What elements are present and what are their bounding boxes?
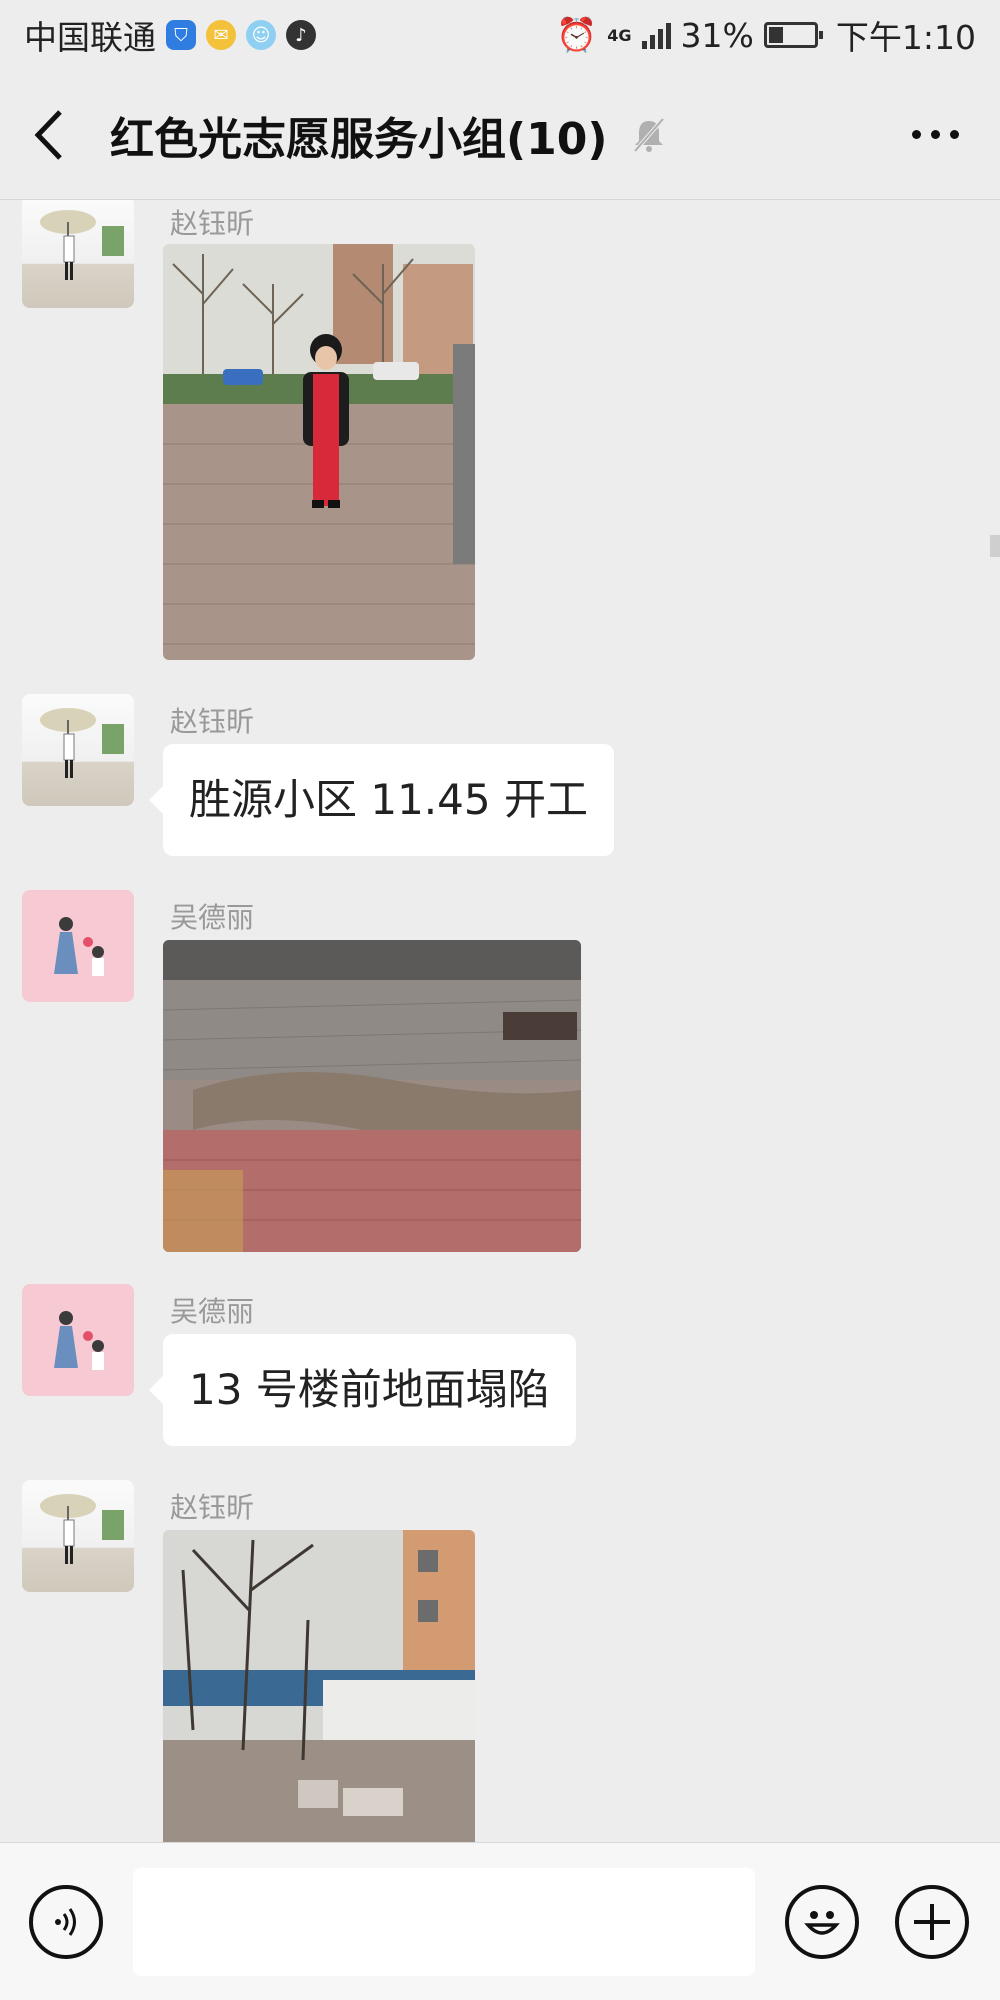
- smiley-icon: [804, 1910, 840, 1935]
- scrollbar[interactable]: [990, 535, 1000, 557]
- clock-time: 下午1:10: [835, 18, 976, 57]
- shield-icon: ⛉: [166, 20, 196, 50]
- status-bar: 中国联通 ⛉ ✉ ☺ ♪ ⏰ 4G 31% 下午1:10: [0, 0, 1000, 70]
- dot: [949, 130, 959, 139]
- dot: [930, 130, 940, 139]
- input-bar: [0, 1842, 1000, 2000]
- message-input[interactable]: [133, 1867, 755, 1976]
- chat-messages[interactable]: 赵钰昕 赵钰昕 胜源小区 11.45 开工 吴德丽 吴德丽 13 号楼前地面塌陷…: [0, 200, 1000, 1842]
- voice-icon: [55, 1907, 76, 1936]
- avatar[interactable]: [22, 1480, 134, 1592]
- plus-icon: [914, 1903, 950, 1940]
- chat-header: 红色光志愿服务小组(10): [0, 70, 1000, 200]
- bell-muted-icon: [633, 117, 665, 152]
- text-message-bubble[interactable]: 13 号楼前地面塌陷: [149, 1334, 576, 1446]
- network-label: 4G: [607, 25, 632, 45]
- more-options-button[interactable]: [870, 70, 1000, 200]
- image-message[interactable]: [163, 1530, 475, 1842]
- mail-icon: ✉: [206, 20, 236, 50]
- avatar[interactable]: [22, 890, 134, 1002]
- alarm-icon: ⏰: [556, 15, 598, 54]
- sender-name: 吴德丽: [170, 1295, 255, 1328]
- sender-name: 赵钰昕: [170, 1491, 255, 1524]
- more-functions-button[interactable]: [895, 1884, 969, 1959]
- sender-name: 赵钰昕: [170, 207, 255, 240]
- chevron-left-icon: [34, 109, 62, 160]
- carrier-label: 中国联通: [24, 18, 156, 57]
- image-message[interactable]: [163, 244, 475, 660]
- avatar[interactable]: [22, 1284, 134, 1396]
- chat-title: 红色光志愿服务小组(10): [110, 113, 608, 165]
- qq-icon: ☺: [246, 20, 276, 50]
- emoji-button[interactable]: [785, 1884, 859, 1959]
- avatar[interactable]: [22, 694, 134, 806]
- sender-name: 吴德丽: [170, 901, 255, 934]
- avatar[interactable]: [22, 200, 134, 308]
- image-message[interactable]: [163, 940, 581, 1252]
- battery-percent: 31%: [680, 15, 754, 55]
- battery-icon: [763, 22, 823, 48]
- sender-name: 赵钰昕: [170, 705, 255, 738]
- voice-input-button[interactable]: [29, 1884, 103, 1959]
- tiktok-icon: ♪: [286, 20, 316, 50]
- dot: [911, 130, 921, 139]
- text-message-bubble[interactable]: 胜源小区 11.45 开工: [149, 744, 614, 856]
- back-button[interactable]: [0, 70, 100, 200]
- signal-icon: [641, 21, 671, 49]
